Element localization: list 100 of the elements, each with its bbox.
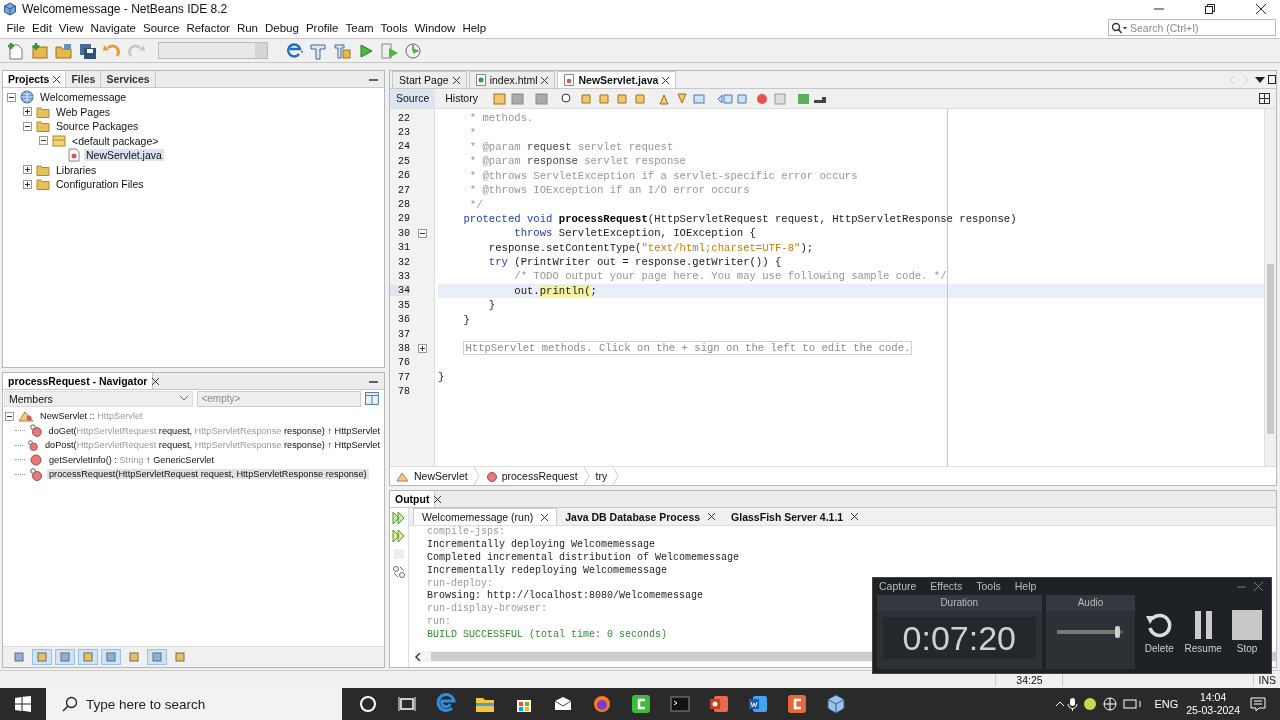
expand-icon[interactable] — [417, 343, 427, 353]
tree-item[interactable]: Web Pages — [54, 105, 113, 118]
tree-item[interactable]: <default package> — [70, 134, 161, 147]
new-file-icon[interactable] — [6, 41, 26, 60]
save-icon[interactable] — [78, 41, 98, 60]
expand-icon[interactable] — [23, 107, 32, 117]
expand-icon[interactable] — [23, 179, 32, 189]
profile-icon[interactable] — [404, 41, 424, 60]
search-icon[interactable] — [62, 696, 78, 712]
tree-item[interactable]: NewServlet.java — [84, 149, 164, 162]
menu-item[interactable]: Run — [233, 21, 262, 34]
collapse-icon[interactable] — [417, 228, 427, 238]
console-tab[interactable]: Java DB Database Process — [557, 508, 724, 525]
console-tab[interactable]: GlassFish Server 4.1.1 — [723, 508, 867, 525]
menu-item[interactable]: Source — [139, 21, 183, 34]
filter-toggle-icon[interactable] — [55, 649, 75, 665]
filter-toggle-icon[interactable] — [147, 649, 167, 665]
close-icon[interactable] — [541, 513, 549, 521]
close-icon[interactable] — [662, 76, 670, 84]
close-icon[interactable] — [541, 76, 549, 84]
editor-tab[interactable]: NewServlet.java — [557, 71, 677, 88]
resume-button[interactable]: Resume — [1183, 609, 1224, 654]
layout-icon[interactable] — [365, 392, 379, 405]
expand-icon[interactable] — [23, 165, 32, 175]
tree-item[interactable]: doGet(HttpServletRequest request, HttpServletResponse response) ↑ HttpServlet — [46, 425, 382, 436]
menu-item[interactable]: Capture — [879, 580, 917, 592]
menu-item[interactable]: Debug — [261, 21, 303, 34]
globe-icon — [20, 90, 34, 105]
stop-button[interactable]: Stop — [1227, 609, 1267, 654]
clock[interactable]: 14:04 25-03-2024 — [1186, 691, 1240, 717]
menu-item[interactable]: Help — [458, 21, 490, 34]
close-icon[interactable] — [708, 513, 716, 520]
tree-item[interactable]: Source Packages — [54, 120, 141, 133]
collapse-icon[interactable] — [7, 92, 16, 102]
filter-toggle-icon[interactable] — [32, 649, 52, 665]
panel-tab[interactable]: Files — [66, 71, 102, 87]
menu-item[interactable]: Edit — [28, 21, 56, 34]
taskbar-search-field[interactable]: Type here to search — [46, 688, 342, 720]
close-icon[interactable] — [851, 513, 859, 520]
tree-item[interactable]: Configuration Files — [54, 178, 146, 191]
close-icon[interactable] — [152, 377, 160, 385]
breadcrumb[interactable]: processRequest — [485, 470, 578, 482]
editor-tab[interactable]: Start Page — [392, 71, 467, 88]
members-dropdown[interactable]: Members — [4, 390, 194, 407]
panel-tab[interactable]: Output — [390, 491, 436, 507]
tree-item[interactable]: processRequest(HttpServletRequest request, HttpServletResponse response) — [47, 469, 369, 480]
restore-icon[interactable] — [1205, 3, 1215, 14]
new-project-icon[interactable] — [30, 41, 50, 60]
menu-item[interactable]: Refactor — [182, 21, 234, 34]
breadcrumb[interactable]: try — [595, 470, 608, 482]
java-file-icon — [68, 148, 80, 163]
panel-tab[interactable]: processRequest - Navigator — [3, 373, 154, 389]
notification-icon[interactable] — [1250, 697, 1266, 711]
menu-item[interactable]: Navigate — [87, 21, 140, 34]
clean-build-icon[interactable] — [332, 41, 352, 60]
menu-item[interactable]: Help — [1014, 580, 1037, 592]
menu-item[interactable]: Tools — [976, 580, 1001, 592]
breadcrumb[interactable]: NewServlet — [396, 470, 468, 482]
audio-slider[interactable] — [1057, 624, 1124, 639]
menu-item[interactable]: Profile — [302, 21, 342, 34]
language-indicator[interactable]: ENG — [1154, 698, 1179, 710]
close-icon[interactable] — [434, 495, 442, 503]
editor-tab[interactable]: index.html — [468, 71, 556, 88]
line-number: 32 — [397, 256, 410, 268]
close-icon[interactable] — [53, 75, 61, 83]
view-tab[interactable]: Source — [390, 89, 436, 108]
collapse-icon[interactable] — [5, 411, 14, 421]
close-icon[interactable] — [452, 76, 460, 84]
delete-button[interactable]: Delete — [1139, 609, 1180, 654]
globe-icon[interactable] — [284, 41, 304, 60]
menu-item[interactable]: Tools — [377, 21, 411, 34]
tab-navigation-icon[interactable] — [1228, 74, 1276, 85]
chevron-down-icon[interactable] — [180, 396, 189, 401]
view-tab[interactable]: History — [439, 89, 484, 108]
code-line: throws ServletException, IOException { — [513, 227, 756, 240]
split-icon[interactable] — [1259, 93, 1270, 104]
console-tab[interactable]: Welcomemessage (run) — [413, 508, 558, 525]
panel-tab[interactable]: Services — [101, 71, 156, 87]
menu-item[interactable]: View — [55, 21, 88, 34]
collapse-icon[interactable] — [23, 121, 32, 131]
menu-item[interactable]: Window — [410, 21, 459, 34]
tree-item[interactable]: doPost(HttpServletRequest request, HttpServletResponse response) ↑ HttpServlet — [42, 440, 382, 451]
menu-item[interactable]: File — [3, 21, 29, 34]
panel-tab[interactable]: Projects — [3, 71, 67, 87]
output-line: Browsing: http://localhost:8080/Welcomemessage — [427, 590, 704, 603]
filter-toggle-icon[interactable] — [78, 649, 98, 665]
scrollbar[interactable] — [1264, 109, 1276, 466]
menu-item[interactable]: Team — [342, 21, 378, 34]
tree-item[interactable]: NewServlet :: HttpServlet — [38, 411, 145, 422]
tree-item[interactable]: getServletInfo() : String ↑ GenericServlet — [47, 454, 216, 465]
rerun-icon[interactable] — [392, 529, 406, 543]
tree-item[interactable]: Welcomemessage — [38, 91, 129, 104]
menu-item[interactable]: Effects — [930, 580, 963, 592]
tree-item[interactable]: Libraries — [54, 163, 99, 176]
close-icon[interactable] — [1256, 3, 1266, 14]
output-line: Completed incremental distribution of Welcomemessage — [427, 551, 740, 565]
collapse-icon[interactable] — [39, 136, 48, 146]
rerun-icon[interactable] — [392, 511, 406, 525]
settings-icon[interactable] — [392, 565, 406, 579]
filter-toggle-icon[interactable] — [101, 649, 121, 665]
